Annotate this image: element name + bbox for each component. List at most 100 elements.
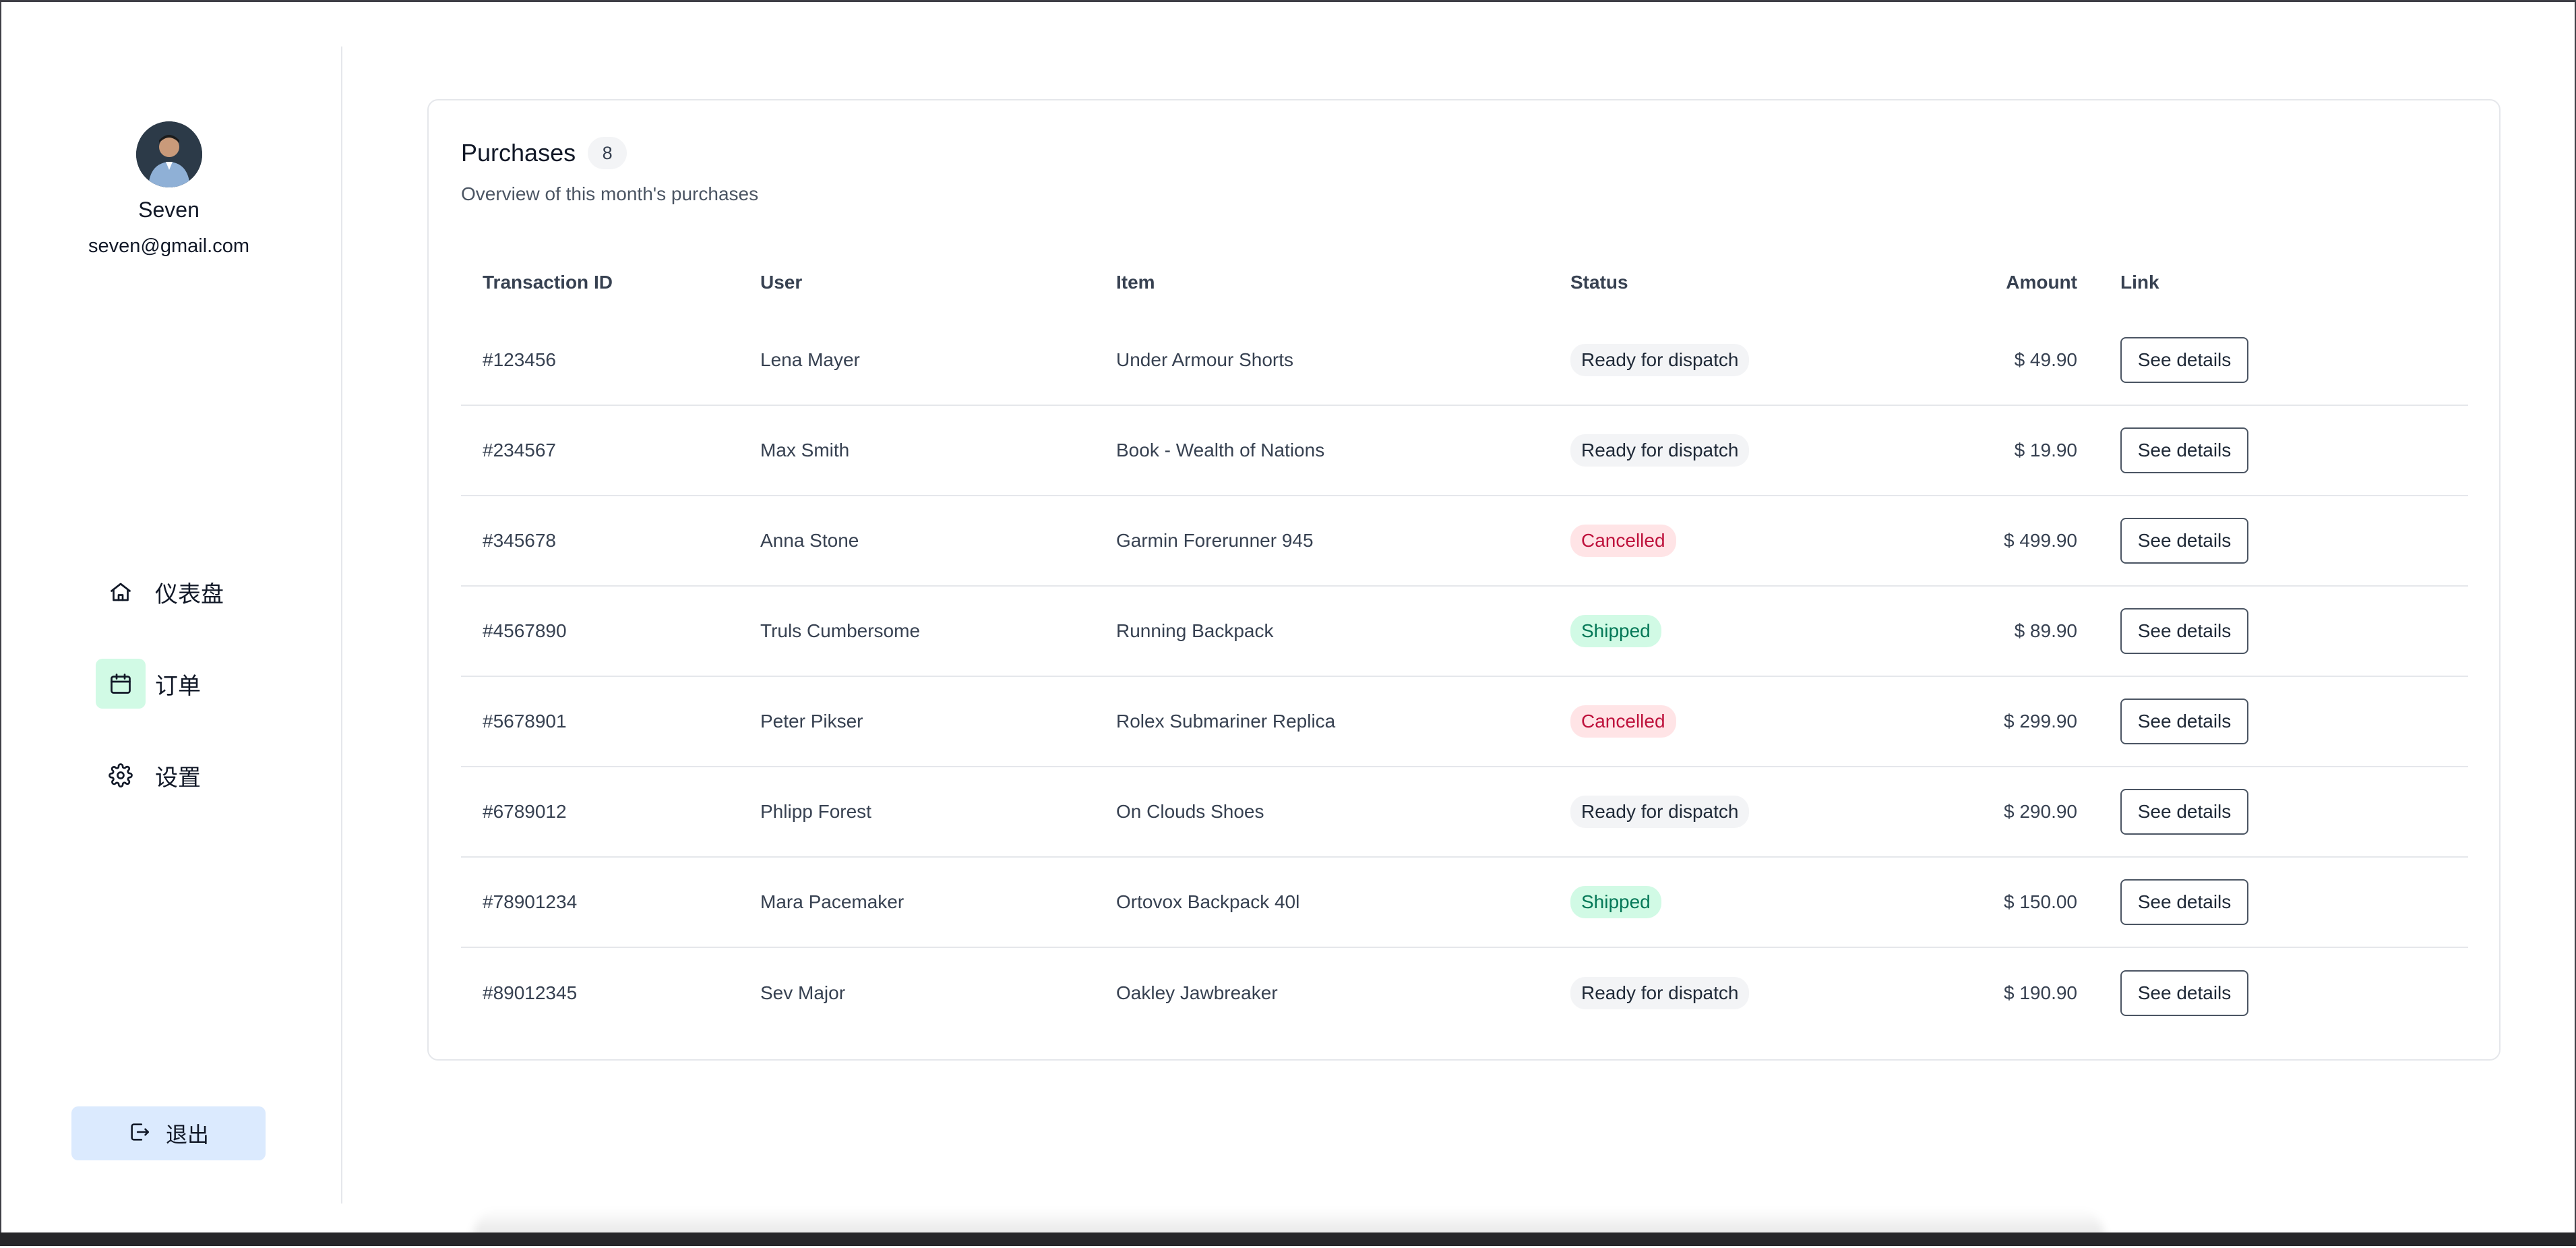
cell-amount: $ 49.90 (2014, 349, 2077, 370)
nav-label-settings: 设置 (155, 764, 201, 792)
cell-user: Peter Pikser (760, 711, 863, 732)
cell-user: Mara Pacemaker (760, 891, 904, 912)
cell-user: Truls Cumbersome (760, 620, 921, 641)
status-badge: Cancelled (1570, 525, 1676, 557)
cell-link: See details (2077, 496, 2468, 586)
status-badge: Cancelled (1570, 705, 1676, 738)
see-details-button[interactable]: See details (2120, 336, 2248, 383)
cell-transaction-id: #5678901 (483, 711, 567, 732)
table-row: #5678901 Peter Pikser Rolex Submariner Rep… (461, 676, 2468, 767)
table-header-row: Transaction ID User Item Status Amount L… (461, 250, 2468, 315)
logout-button[interactable]: 退出 (71, 1106, 266, 1160)
cell-link: See details (2077, 947, 2468, 1038)
cell-transaction-id: #78901234 (483, 891, 578, 912)
status-badge: Ready for dispatch (1570, 343, 1750, 376)
cell-transaction-id: #89012345 (483, 982, 578, 1003)
cell-item: Oakley Jawbreaker (1116, 982, 1278, 1003)
cell-link: See details (2077, 767, 2468, 857)
cell-user: Max Smith (760, 440, 850, 460)
see-details-button[interactable]: See details (2120, 970, 2248, 1016)
column-header-link: Link (2120, 272, 2159, 293)
logout-icon (128, 1121, 151, 1147)
nav-item-dashboard[interactable]: 仪表盘 (96, 567, 298, 617)
cell-link: See details (2077, 405, 2468, 496)
cell-link: See details (2077, 315, 2468, 405)
cell-status: Cancelled (1570, 676, 1932, 767)
status-badge: Shipped (1570, 886, 1661, 918)
calendar-icon (96, 659, 146, 709)
count-badge: 8 (588, 137, 627, 169)
cell-user: Phlipp Forest (760, 801, 871, 822)
cell-amount: $ 299.90 (2004, 711, 2077, 732)
cell-item: Running Backpack (1116, 620, 1274, 641)
status-badge: Ready for dispatch (1570, 434, 1750, 467)
table-row: #78901234 Mara Pacemaker Ortovox Backpack … (461, 857, 2468, 947)
column-header-status: Status (1570, 272, 1628, 293)
nav-label-dashboard: 仪表盘 (155, 581, 224, 608)
cell-transaction-id: #6789012 (483, 801, 567, 822)
cell-item: Rolex Submariner Replica (1116, 711, 1336, 732)
cell-transaction-id: #4567890 (483, 620, 567, 641)
table-row: #345678 Anna Stone Garmin Forerunner 945 Ca… (461, 496, 2468, 586)
see-details-button[interactable]: See details (2120, 699, 2248, 744)
column-header-user: User (760, 272, 803, 293)
cell-amount: $ 290.90 (2004, 801, 2077, 822)
user-photo-icon (136, 121, 202, 187)
cell-status: Ready for dispatch (1570, 405, 1932, 496)
see-details-button[interactable]: See details (2120, 789, 2248, 835)
cell-user: Sev Major (760, 982, 846, 1003)
see-details-button[interactable]: See details (2120, 427, 2248, 473)
table-row: #123456 Lena Mayer Under Armour Shorts Read… (461, 315, 2468, 405)
home-icon (96, 567, 146, 617)
profile-email: seven@gmail.com (88, 235, 249, 257)
cell-item: Garmin Forerunner 945 (1116, 530, 1314, 551)
gear-icon (96, 750, 146, 800)
table-row: #89012345 Sev Major Oakley Jawbreaker Ready… (461, 947, 2468, 1038)
sidebar: Seven seven@gmail.com 仪表盘 订单 设置 退出 (1, 2, 342, 1248)
logout-label: 退出 (165, 1122, 209, 1148)
card-header: Purchases 8 (461, 137, 627, 169)
app-window: Seven seven@gmail.com 仪表盘 订单 设置 退出 Purch… (0, 0, 2576, 1246)
status-badge: Shipped (1570, 615, 1661, 647)
card-subtitle: Overview of this month's purchases (461, 183, 759, 204)
purchases-card: Purchases 8 Overview of this month's pur… (427, 99, 2501, 1061)
cell-transaction-id: #345678 (483, 530, 557, 551)
purchases-table: Transaction ID User Item Status Amount L… (461, 250, 2468, 1038)
cell-status: Shipped (1570, 857, 1932, 947)
cell-amount: $ 19.90 (2014, 440, 2077, 460)
column-header-item: Item (1116, 272, 1155, 293)
avatar[interactable] (136, 121, 202, 187)
see-details-button[interactable]: See details (2120, 879, 2248, 925)
see-details-button[interactable]: See details (2120, 608, 2248, 654)
cell-item: Ortovox Backpack 40l (1116, 891, 1300, 912)
cell-status: Ready for dispatch (1570, 947, 1932, 1038)
column-header-transaction-id: Transaction ID (483, 272, 613, 293)
cell-item: Book - Wealth of Nations (1116, 440, 1325, 460)
cell-user: Lena Mayer (760, 349, 860, 370)
window-shadow (473, 1209, 2104, 1236)
cell-link: See details (2077, 586, 2468, 676)
cell-amount: $ 89.90 (2014, 620, 2077, 641)
cell-link: See details (2077, 857, 2468, 947)
profile-name: Seven (138, 198, 200, 222)
window-bottom-edge (0, 1232, 2576, 1246)
cell-item: Under Armour Shorts (1116, 349, 1293, 370)
nav-label-orders: 订单 (155, 672, 201, 700)
cell-status: Ready for dispatch (1570, 767, 1932, 857)
status-badge: Ready for dispatch (1570, 976, 1750, 1009)
column-header-amount: Amount (2006, 272, 2077, 293)
cell-status: Shipped (1570, 586, 1932, 676)
cell-amount: $ 150.00 (2004, 891, 2077, 912)
cell-status: Cancelled (1570, 496, 1932, 586)
table-row: #6789012 Phlipp Forest On Clouds Shoes Read… (461, 767, 2468, 857)
nav-item-orders[interactable]: 订单 (96, 659, 298, 709)
card-title: Purchases (461, 139, 576, 167)
sidebar-divider (341, 47, 342, 1204)
see-details-button[interactable]: See details (2120, 518, 2248, 564)
cell-transaction-id: #123456 (483, 349, 557, 370)
nav-item-settings[interactable]: 设置 (96, 750, 298, 800)
cell-user: Anna Stone (760, 530, 859, 551)
cell-transaction-id: #234567 (483, 440, 557, 460)
cell-status: Ready for dispatch (1570, 315, 1932, 405)
cell-amount: $ 499.90 (2004, 530, 2077, 551)
